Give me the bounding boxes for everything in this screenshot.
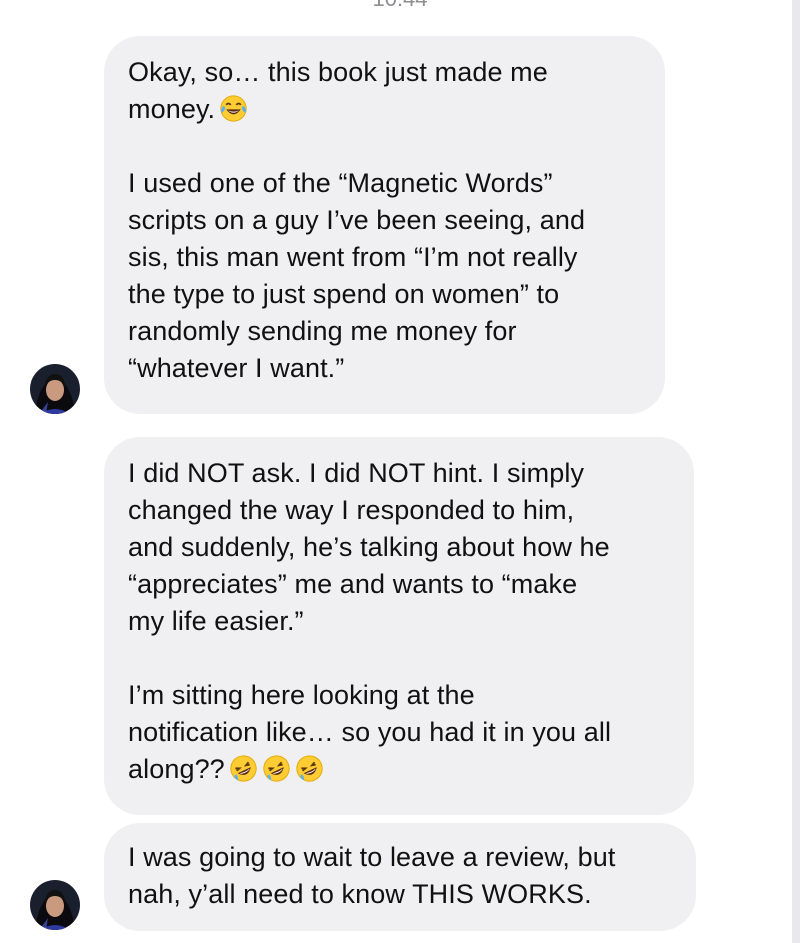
message-1-paragraph-2: I used one of the “Magnetic Words” scrip…: [128, 168, 586, 383]
avatar[interactable]: [30, 880, 80, 930]
chat-screen: 10:44 Okay, so… this book just made me m…: [0, 0, 800, 943]
message-2-paragraph-1: I did NOT ask. I did NOT hint. I simply …: [128, 458, 610, 636]
message-2-paragraph-2: I’m sitting here looking at the notifica…: [128, 677, 674, 788]
scroll-edge: [792, 0, 800, 943]
rolling-on-the-floor-laughing-icon: [262, 754, 291, 783]
face-with-tears-of-joy-icon: [219, 94, 248, 123]
message-1-paragraph-1-text: Okay, so… this book just made me money.: [128, 57, 548, 124]
message-bubble-2[interactable]: I did NOT ask. I did NOT hint. I simply …: [104, 437, 694, 815]
message-3-paragraph-1: I was going to wait to leave a review, b…: [128, 842, 616, 909]
message-bubble-3[interactable]: I was going to wait to leave a review, b…: [104, 823, 696, 931]
message-2-paragraph-2-text: I’m sitting here looking at the notifica…: [128, 680, 612, 784]
message-bubble-1[interactable]: Okay, so… this book just made me money. …: [104, 36, 665, 414]
message-1-paragraph-1: Okay, so… this book just made me money.: [128, 54, 645, 128]
rolling-on-the-floor-laughing-icon: [295, 754, 324, 783]
status-time: 10:44: [0, 0, 800, 8]
avatar[interactable]: [30, 364, 80, 414]
rolling-on-the-floor-laughing-icon: [229, 754, 258, 783]
